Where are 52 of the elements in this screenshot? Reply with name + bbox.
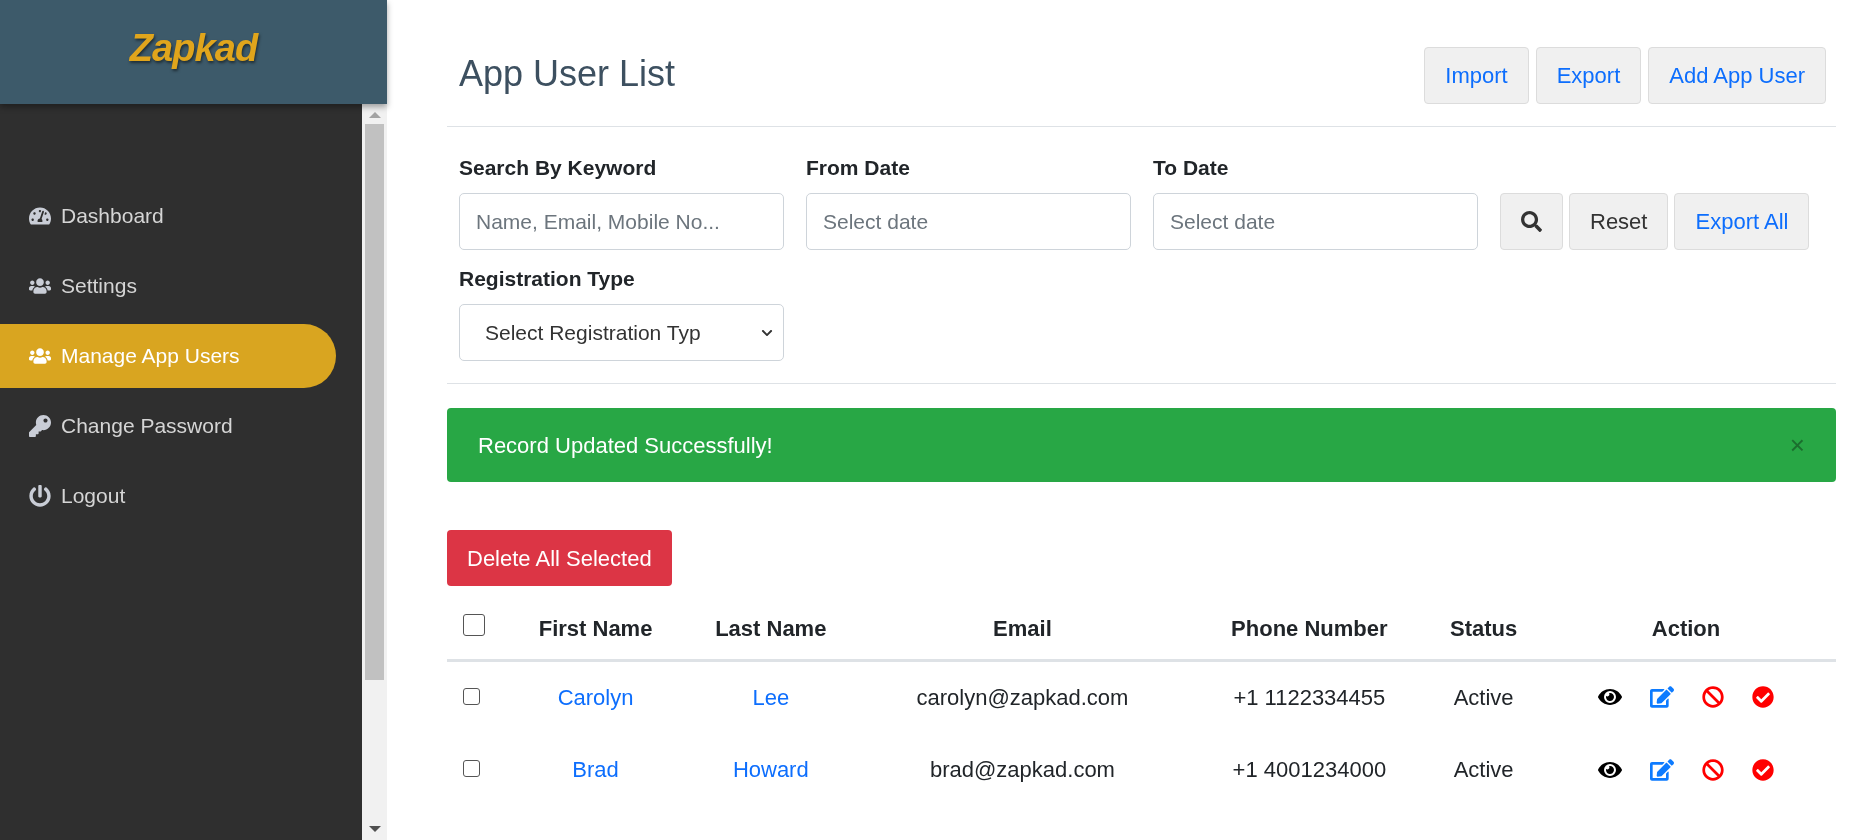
last-name-link[interactable]: Lee (752, 684, 790, 710)
nav-item[interactable]: Settings (0, 254, 336, 318)
delete-all-button[interactable]: Delete All Selected (447, 530, 672, 586)
page-title: App User List (459, 52, 676, 96)
field-label: Registration Type (459, 266, 636, 292)
table-cell: carolyn@zapkad.com (916, 684, 1129, 710)
header-button[interactable]: Import (1424, 47, 1529, 104)
field-label: Search By Keyword (459, 155, 658, 181)
first-name-link[interactable]: Brad (572, 757, 619, 782)
table-cell: +1 4001234000 (1232, 757, 1387, 782)
edit-icon[interactable] (1650, 685, 1674, 710)
key-icon (29, 415, 51, 437)
header-button[interactable]: Export (1535, 47, 1642, 104)
column-header: Action (1651, 615, 1721, 641)
column-header: Last Name (715, 615, 827, 641)
search-button[interactable] (1500, 193, 1563, 250)
alert-message: Record Updated Successfully! (478, 431, 773, 460)
column-header: Phone Number (1231, 615, 1388, 641)
select-field[interactable]: Select Registration Typ (459, 304, 784, 361)
dashboard-icon (29, 205, 51, 227)
table-cell: +1 1122334455 (1233, 684, 1386, 710)
scrollbar[interactable] (362, 104, 387, 840)
reset-button[interactable]: Reset (1569, 193, 1669, 250)
field-label: To Date (1153, 155, 1230, 181)
ban-icon[interactable] (1702, 758, 1724, 781)
field-label: From Date (806, 155, 911, 181)
nav-item[interactable]: Dashboard (0, 184, 336, 248)
logo[interactable]: Zapkad (129, 19, 258, 77)
first-name-link[interactable]: Carolyn (557, 684, 634, 710)
ban-icon[interactable] (1702, 686, 1724, 709)
header-button[interactable]: Add App User (1648, 47, 1826, 104)
edit-icon[interactable] (1650, 757, 1674, 782)
input-field[interactable]: Select date (806, 193, 1131, 250)
column-header: Email (993, 615, 1052, 641)
nav-item[interactable]: Change Password (0, 394, 336, 458)
search-icon (1521, 211, 1542, 232)
table-cell: Active (1453, 757, 1514, 782)
input-field[interactable]: Select date (1153, 193, 1478, 250)
checkbox[interactable] (463, 760, 480, 777)
last-name-link[interactable]: Howard (732, 757, 809, 782)
table-cell: brad@zapkad.com (929, 757, 1115, 782)
input-field[interactable]: Name, Email, Mobile No... (459, 193, 784, 250)
checkbox[interactable] (463, 687, 480, 705)
export-all-button[interactable]: Export All (1674, 193, 1810, 250)
column-header: Status (1449, 615, 1518, 641)
column-header: First Name (538, 615, 653, 641)
table-cell: Active (1453, 684, 1514, 710)
users-icon (29, 345, 51, 367)
nav-item[interactable]: Logout (0, 464, 336, 528)
users-icon (29, 275, 51, 297)
checkbox[interactable] (463, 613, 485, 636)
power-icon (29, 485, 51, 507)
